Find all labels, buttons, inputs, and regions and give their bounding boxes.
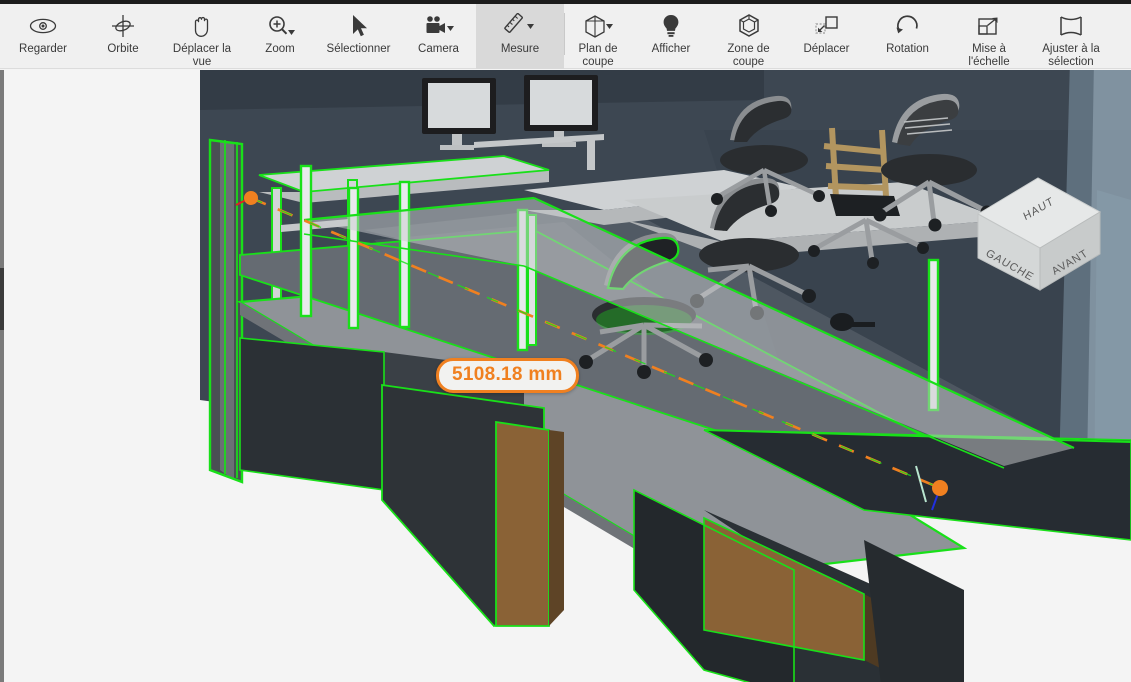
tool-button-afficher[interactable]: Afficher [631,4,711,69]
tool-button-camera[interactable]: Camera [401,4,476,69]
tool-button-zone-de-coupe[interactable]: Zone de coupe [711,4,786,69]
tool-button-deplacer-la-vue[interactable]: Déplacer la vue [160,4,244,69]
section-box-icon [736,11,762,41]
tool-button-mesure[interactable]: Mesure [476,4,564,69]
tool-label: Afficher [651,43,691,55]
zoom-magnifier-icon [265,11,295,41]
tool-button-orbite[interactable]: Orbite [86,4,160,69]
view-cube[interactable]: HAUT GAUCHE AVANT [966,168,1114,293]
tool-label: Mise à l'échelle [968,43,1010,68]
eye-icon [28,11,58,41]
tool-button-selectionner[interactable]: Sélectionner [316,4,401,69]
tool-label: Camera [418,43,459,55]
rotate-icon [894,11,922,41]
tool-label: Sélectionner [326,43,391,55]
move-object-icon [813,11,841,41]
tool-label: Déplacer la vue [172,43,232,68]
scale-icon [975,11,1003,41]
cursor-arrow-icon [348,11,370,41]
tool-label: Regarder [19,43,67,55]
tool-label: Zone de coupe [727,43,770,68]
pan-hand-icon [189,11,215,41]
camera-icon [422,11,456,41]
3d-viewport[interactable]: 5108.18 mm HAUT GAUCHE AVANT [4,70,1131,682]
tool-label: Mesure [500,43,540,55]
tool-button-regarder[interactable]: Regarder [0,4,86,69]
app-window: Regarder Orbite Déplacer la vue Zoom Sél… [0,0,1131,682]
tool-button-deplacer[interactable]: Déplacer [786,4,867,69]
tool-label: Rotation [886,43,929,55]
ruler-measure-icon [503,11,537,41]
tool-button-mise-a-lechelle[interactable]: Mise à l'échelle [948,4,1030,69]
zoom-to-fit-icon [1056,11,1086,41]
tool-label: Zoom [265,43,295,55]
lightbulb-icon [660,11,682,41]
tool-label: Ajuster à la sélection [1042,43,1100,68]
tool-button-ajuster-a-la-selection[interactable]: Ajuster à la sélection [1030,4,1112,69]
tool-label: Plan de coupe [578,43,618,68]
tool-label: Orbite [107,43,139,55]
section-plane-icon [581,11,615,41]
tool-button-plan-de-coupe[interactable]: Plan de coupe [565,4,631,69]
tool-button-zoom[interactable]: Zoom [244,4,316,69]
measurement-value-label[interactable]: 5108.18 mm [436,358,579,393]
tool-label: Déplacer [803,43,850,55]
main-toolbar: Regarder Orbite Déplacer la vue Zoom Sél… [0,4,1131,69]
tool-button-rotation[interactable]: Rotation [867,4,948,69]
orbit-icon [109,11,137,41]
